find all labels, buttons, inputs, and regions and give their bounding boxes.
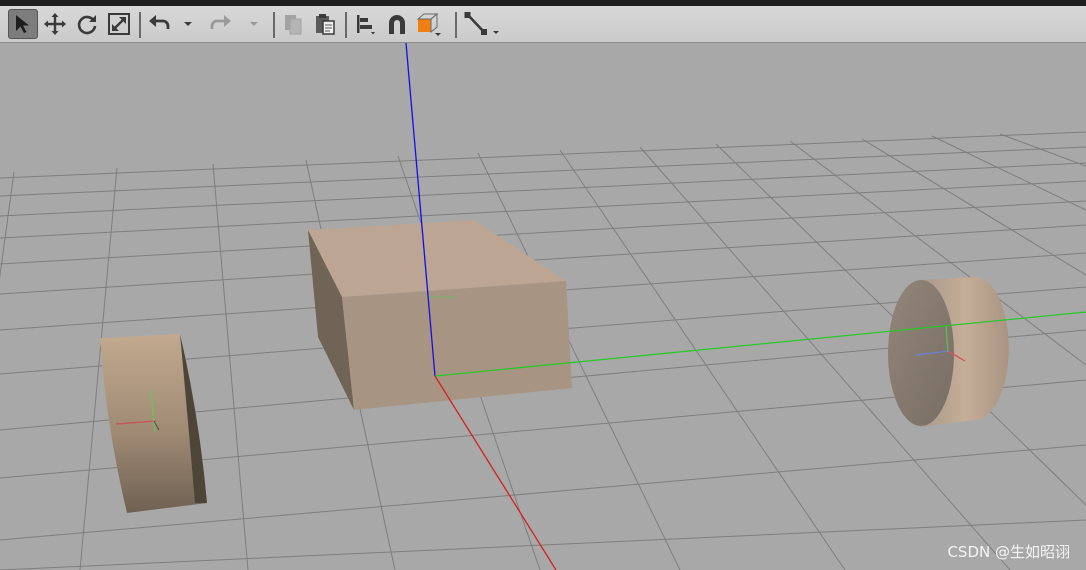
redo-button[interactable] <box>206 9 236 39</box>
align-button[interactable] <box>350 9 380 39</box>
snap-button[interactable] <box>382 9 412 39</box>
toolbar <box>0 6 1086 43</box>
watermark-text: CSDN @生如昭诩 <box>947 543 1070 561</box>
view-cube-icon <box>416 12 441 36</box>
toolbar-separator <box>273 12 275 38</box>
chevron-down-icon <box>250 22 258 26</box>
change-view-button[interactable] <box>414 9 444 39</box>
paste-icon <box>316 14 335 35</box>
chassis-box[interactable] <box>308 220 572 410</box>
toolbar-separator <box>139 12 141 38</box>
undo-icon <box>149 15 170 29</box>
redo-icon <box>210 15 231 29</box>
rotate-icon <box>77 15 97 35</box>
chevron-down-icon <box>184 22 192 26</box>
magnet-icon <box>389 15 405 34</box>
left-wheel-cylinder[interactable] <box>100 334 207 513</box>
joint-tool-button[interactable] <box>462 9 502 39</box>
copy-icon <box>285 15 302 35</box>
scale-mode-button[interactable] <box>104 9 134 39</box>
toolbar-separator <box>345 12 347 38</box>
align-icon <box>357 15 375 35</box>
copy-button[interactable] <box>278 9 308 39</box>
undo-button[interactable] <box>144 9 174 39</box>
paste-button[interactable] <box>310 9 340 39</box>
translate-mode-button[interactable] <box>40 9 70 39</box>
rotate-mode-button[interactable] <box>72 9 102 39</box>
right-wheel-cylinder[interactable] <box>888 277 1009 427</box>
joint-icon <box>464 12 499 35</box>
pointer-arrow-icon <box>16 15 29 33</box>
3d-viewport[interactable] <box>0 43 1086 570</box>
select-mode-button[interactable] <box>8 9 38 39</box>
toolbar-separator <box>455 12 457 38</box>
undo-history-dropdown[interactable] <box>178 9 198 39</box>
scale-icon <box>108 13 130 35</box>
redo-history-dropdown[interactable] <box>244 9 264 39</box>
move-arrows-icon <box>44 13 66 35</box>
